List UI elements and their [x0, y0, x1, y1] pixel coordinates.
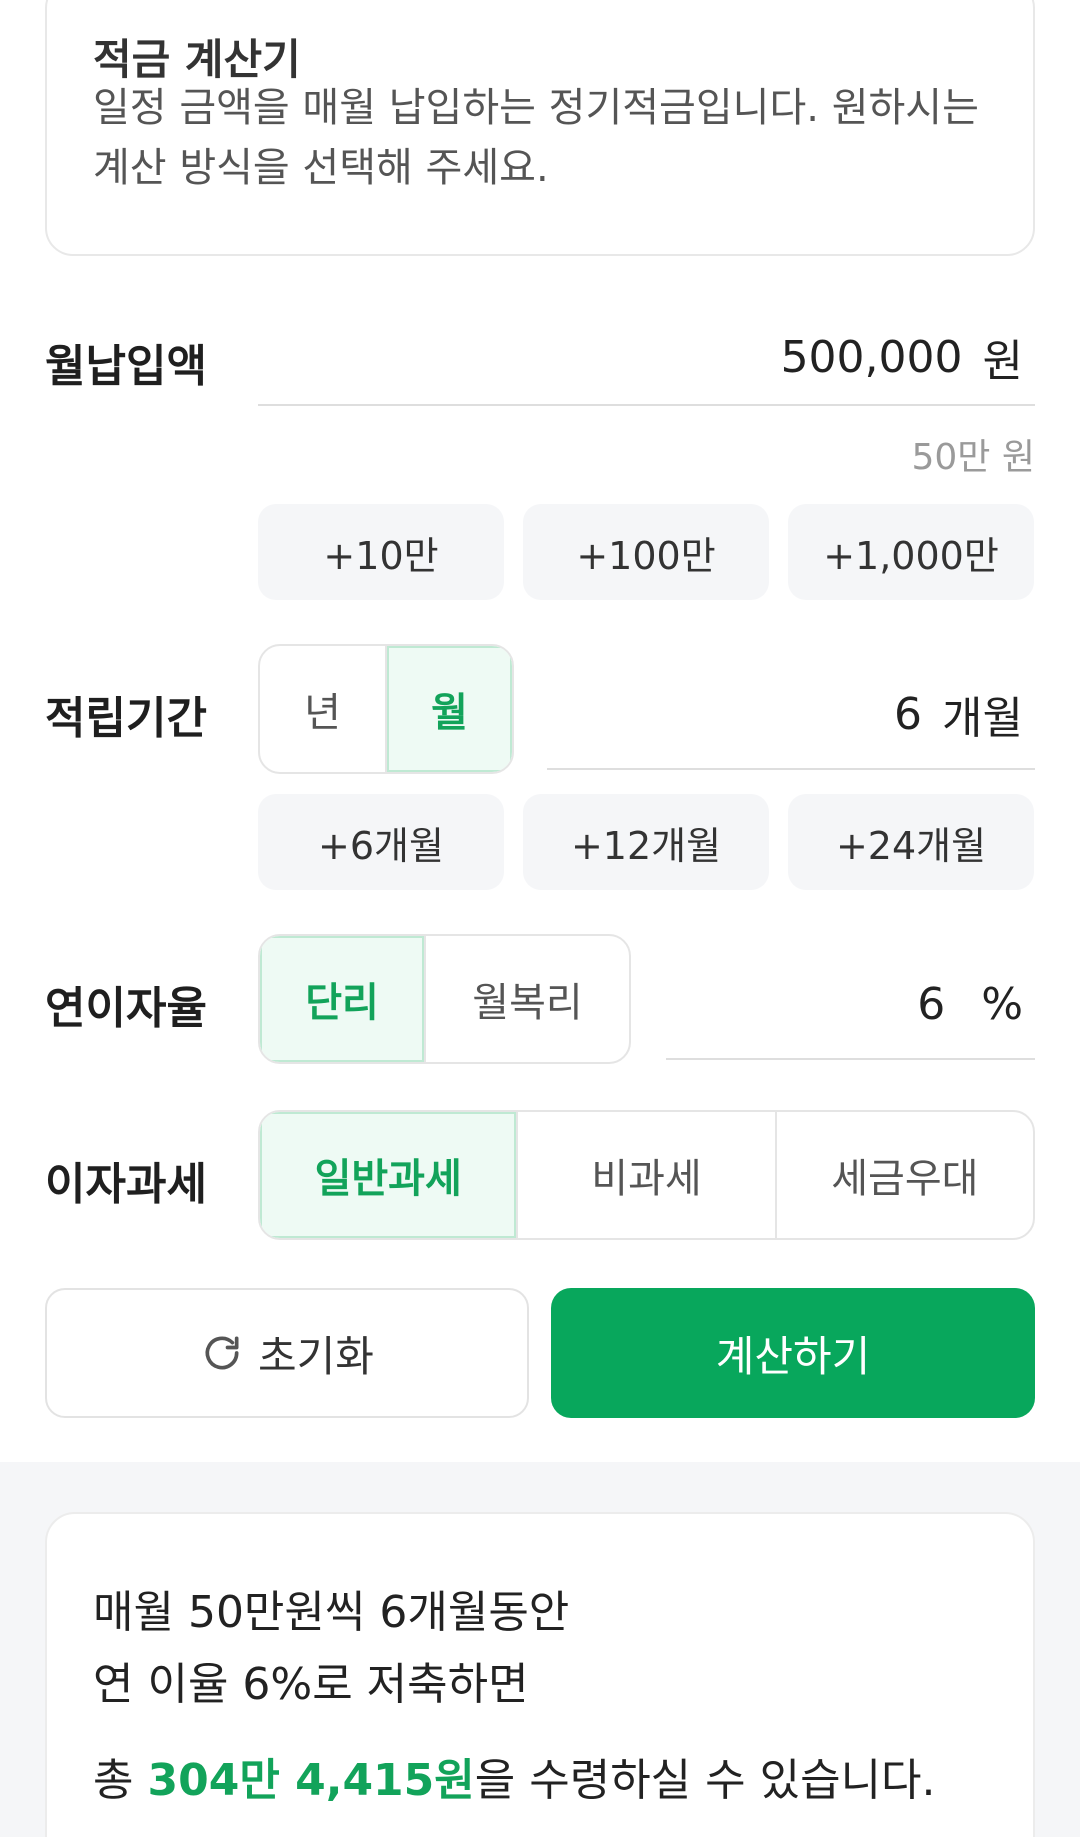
result-line-2: 연 이율 6%로 저축하면 — [93, 1659, 529, 1710]
savings-calculator-page: 적금 계산기 일정 금액을 매월 납입하는 정기적금입니다. 원하시는 계산 방… — [0, 0, 1080, 1837]
interest-rate-unit: % — [981, 978, 1023, 1030]
monthly-payment-value: 500,000 — [780, 331, 963, 383]
interest-rate-value: 6 — [917, 978, 946, 1030]
interest-type-simple[interactable]: 단리 — [260, 936, 426, 1062]
tax-general[interactable]: 일반과세 — [260, 1112, 519, 1238]
add-10man-button[interactable]: +10만 — [258, 504, 504, 600]
monthly-payment-hint: 50만 원 — [911, 437, 1036, 478]
result-total: 총 304만 4,415원을 수령하실 수 있습니다. — [93, 1744, 936, 1808]
interest-type-toggle: 단리 월복리 — [258, 934, 631, 1064]
period-unit-toggle: 년 월 — [258, 644, 514, 774]
tax-preferential[interactable]: 세금우대 — [777, 1112, 1033, 1238]
tax-label: 이자과세 — [45, 1159, 207, 1210]
period-input[interactable]: 6 개월 — [547, 660, 1035, 770]
monthly-payment-unit: 원 — [982, 336, 1023, 387]
result-line-1: 매월 50만원씩 6개월동안 — [93, 1587, 570, 1638]
interest-type-monthly-compound[interactable]: 월복리 — [426, 936, 629, 1062]
period-unit: 개월 — [942, 693, 1023, 744]
reset-button[interactable]: 초기화 — [45, 1288, 529, 1418]
refresh-icon — [205, 1336, 239, 1370]
calculate-button[interactable]: 계산하기 — [551, 1288, 1035, 1418]
monthly-payment-input[interactable]: 500,000 원 — [258, 310, 1035, 406]
period-value: 6 — [894, 688, 923, 740]
period-unit-year[interactable]: 년 — [260, 646, 387, 772]
add-12months-button[interactable]: +12개월 — [523, 794, 769, 890]
result-card: 매월 50만원씩 6개월동안 연 이율 6%로 저축하면 총 304만 4,41… — [45, 1512, 1035, 1837]
add-6months-button[interactable]: +6개월 — [258, 794, 504, 890]
intro-description: 일정 금액을 매월 납입하는 정기적금입니다. 원하시는 계산 방식을 선택해 … — [93, 85, 979, 191]
reset-label: 초기화 — [258, 1331, 374, 1381]
interest-rate-label: 연이자율 — [45, 983, 207, 1034]
tax-exempt[interactable]: 비과세 — [518, 1112, 777, 1238]
tax-type-toggle: 일반과세 비과세 세금우대 — [258, 1110, 1035, 1240]
period-label: 적립기간 — [45, 693, 207, 744]
interest-rate-input[interactable]: 6 % — [666, 950, 1035, 1060]
add-100man-button[interactable]: +100만 — [523, 504, 769, 600]
period-unit-month[interactable]: 월 — [387, 646, 512, 772]
intro-card: 적금 계산기 일정 금액을 매월 납입하는 정기적금입니다. 원하시는 계산 방… — [45, 0, 1035, 256]
result-total-amount: 304만 4,415원 — [147, 1755, 475, 1806]
add-24months-button[interactable]: +24개월 — [788, 794, 1034, 890]
result-total-prefix: 총 — [93, 1755, 148, 1806]
add-1000man-button[interactable]: +1,000만 — [788, 504, 1034, 600]
monthly-payment-label: 월납입액 — [45, 341, 207, 392]
result-total-suffix: 을 수령하실 수 있습니다. — [474, 1755, 936, 1806]
